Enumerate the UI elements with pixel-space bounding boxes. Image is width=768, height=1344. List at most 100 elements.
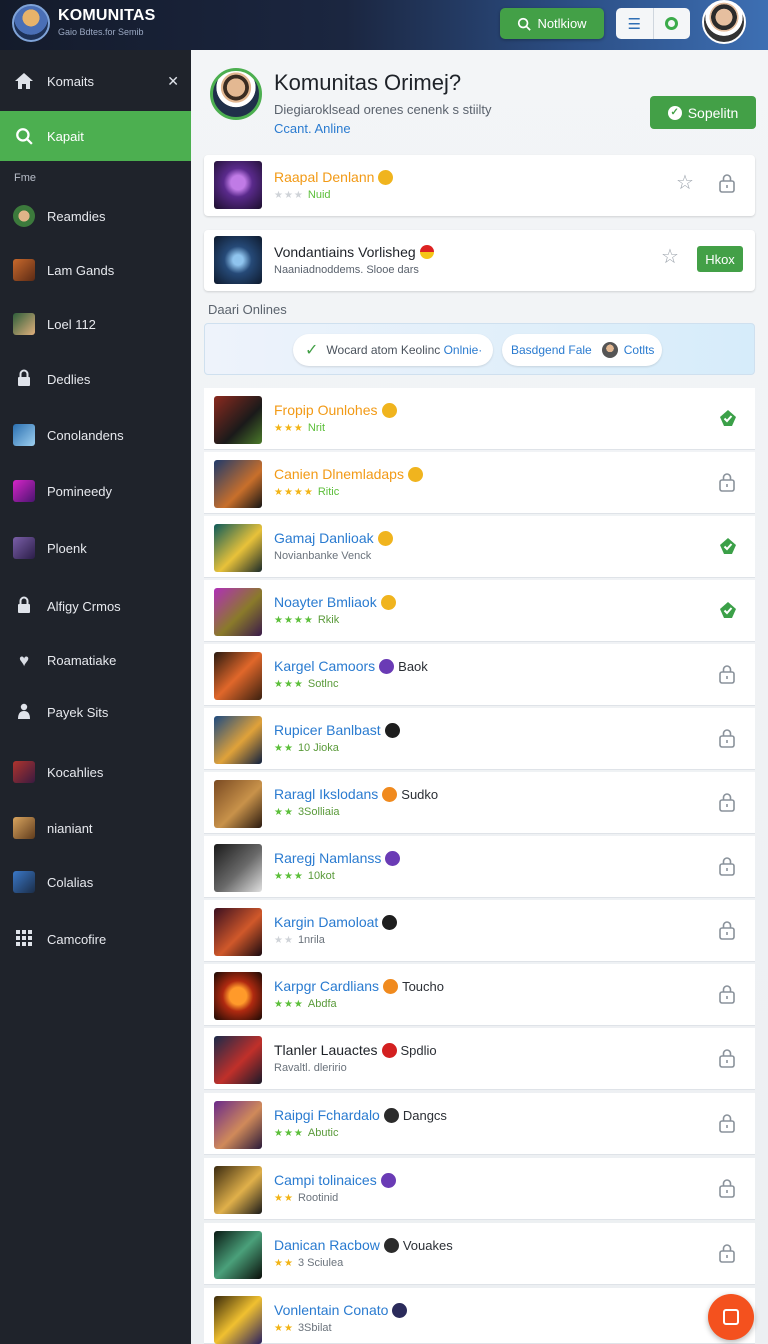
heart-icon: ♥ bbox=[18, 650, 30, 670]
app-title: KOMUNITAS bbox=[58, 7, 156, 24]
lock-icon[interactable] bbox=[718, 472, 738, 494]
game-row[interactable]: Kargin Damoloat ★★ 1nrila bbox=[204, 900, 755, 962]
lock-icon[interactable] bbox=[718, 173, 738, 195]
lock-icon[interactable] bbox=[718, 728, 738, 750]
game-subtitle: ★★ 10 Jioka bbox=[274, 742, 339, 754]
lock-icon[interactable] bbox=[718, 984, 738, 1006]
game-title: Danican Racbow Vouakes bbox=[274, 1237, 453, 1253]
app-subtitle: Gaio Bdtes.for Semib bbox=[58, 27, 144, 37]
game-subtitle: ★★ 1nrila bbox=[274, 934, 325, 946]
game-row[interactable]: Raipgi Fchardalo Dangcs ★★★ Abutic bbox=[204, 1093, 755, 1155]
user-avatar[interactable] bbox=[702, 0, 746, 44]
lock-icon[interactable] bbox=[718, 1113, 738, 1135]
app-logo[interactable] bbox=[12, 4, 50, 42]
view-toggle-group: ☰ bbox=[616, 8, 690, 39]
game-tag: Dangcs bbox=[402, 1108, 447, 1123]
section-label: Daari Onlines bbox=[208, 302, 287, 317]
sidebar-item-payek-sits[interactable]: Payek Sits bbox=[0, 687, 191, 737]
featured-card[interactable]: Raapal Denlann ★★★ Nuid ☆ bbox=[204, 155, 755, 216]
sidebar-item-conolandens[interactable]: Conolandens bbox=[0, 410, 191, 460]
lock-icon[interactable] bbox=[718, 1178, 738, 1200]
lock-icon[interactable] bbox=[718, 1048, 738, 1070]
sidebar-item-kapait[interactable]: Kapait bbox=[0, 111, 191, 161]
game-row[interactable]: Raregj Namlanss ★★★ 10kot bbox=[204, 836, 755, 898]
join-button[interactable]: ✓ Sopelitn bbox=[650, 96, 756, 129]
sidebar-item-ploenk[interactable]: Ploenk bbox=[0, 523, 191, 573]
game-subtitle-text: 10 Jioka bbox=[297, 742, 339, 754]
sidebar-item-dedlies[interactable]: Dedlies bbox=[0, 354, 191, 404]
game-thumbnail bbox=[214, 1296, 262, 1344]
game-subtitle: ★★ 3 Sciulea bbox=[274, 1257, 343, 1269]
game-row[interactable]: Vonlentain Conato ★★ 3Sbilat bbox=[204, 1288, 755, 1344]
claim-icon[interactable] bbox=[718, 408, 738, 430]
game-row[interactable]: Noayter Bmliaok ★★★★ Rkik bbox=[204, 580, 755, 642]
game-row[interactable]: Karpgr Cardlians Toucho ★★★ Abdfa bbox=[204, 964, 755, 1026]
sidebar-item-label: Roamatiake bbox=[47, 652, 117, 668]
lock-icon[interactable] bbox=[718, 1243, 738, 1265]
game-title: Fropip Ounlohes bbox=[274, 402, 397, 418]
game-row[interactable]: Campi tolinaices ★★ Rootinid bbox=[204, 1158, 755, 1220]
online-link[interactable]: Ccant. Anline bbox=[274, 121, 351, 136]
rating-stars: ★★ bbox=[274, 807, 294, 818]
notifications-button[interactable]: Notlkiow bbox=[500, 8, 604, 39]
game-title-text: Tlanler Lauactes bbox=[274, 1042, 378, 1058]
sidebar-item-nianiant[interactable]: nianiant bbox=[0, 803, 191, 853]
sidebar-item-colalias[interactable]: Colalias bbox=[0, 857, 191, 907]
game-thumbnail bbox=[214, 236, 262, 284]
featured-card[interactable]: Vondantiains Vorlisheg Naaniadnoddems. S… bbox=[204, 230, 755, 291]
favorite-star-icon[interactable]: ☆ bbox=[674, 172, 696, 194]
community-avatar bbox=[210, 68, 262, 120]
game-row[interactable]: Kargel Camoors Baok ★★★ Sotlnc bbox=[204, 644, 755, 706]
claim-icon[interactable] bbox=[718, 600, 738, 622]
game-row[interactable]: Rupicer Banlbast ★★ 10 Jioka bbox=[204, 708, 755, 770]
close-icon[interactable]: ✕ bbox=[167, 73, 179, 90]
game-row[interactable]: Tlanler Lauactes Spdlio Ravaltl. dleririo bbox=[204, 1028, 755, 1090]
game-title: Karpgr Cardlians Toucho bbox=[274, 978, 444, 994]
sidebar-item-reamdies[interactable]: Reamdies bbox=[0, 191, 191, 241]
game-row[interactable]: Canien Dlnemladaps ★★★★ Ritic bbox=[204, 452, 755, 514]
featured-action-button[interactable]: Hkox bbox=[697, 246, 743, 272]
game-subtitle: ★★★ Abutic bbox=[274, 1127, 338, 1139]
game-subtitle: ★★ Rootinid bbox=[274, 1192, 338, 1204]
chat-fab-button[interactable] bbox=[708, 1294, 754, 1340]
rating-stars: ★★★ bbox=[274, 679, 304, 690]
sidebar-item-camcofire[interactable]: Camcofire bbox=[0, 914, 191, 964]
game-title-text: Karpgr Cardlians bbox=[274, 978, 380, 994]
filter-pill-text: Wocard atom Keolinc bbox=[326, 343, 441, 357]
lock-icon[interactable] bbox=[718, 920, 738, 942]
sidebar-item-pomineedy[interactable]: Pomineedy bbox=[0, 466, 191, 516]
sidebar-item-label: Conolandens bbox=[47, 427, 124, 443]
filter-pill-online[interactable]: ✓ Wocard atom Keolinc Onlnie· bbox=[293, 334, 493, 366]
game-thumbnail bbox=[214, 1036, 262, 1084]
sidebar-item-roamatiake[interactable]: ♥ Roamatiake bbox=[0, 635, 191, 685]
sidebar-item-loel-112[interactable]: Loel 112 bbox=[0, 299, 191, 349]
main-content: Komunitas Orimej? Diegiaroklsead orenes … bbox=[191, 50, 768, 1344]
claim-icon[interactable] bbox=[718, 536, 738, 558]
game-subtitle-text: 3Sbilat bbox=[297, 1322, 332, 1334]
game-row[interactable]: Fropip Ounlohes ★★★ Nrit bbox=[204, 388, 755, 450]
game-title: Kargin Damoloat bbox=[274, 914, 398, 930]
rating-stars: ★★ bbox=[274, 1258, 294, 1269]
lock-icon[interactable] bbox=[718, 664, 738, 686]
sidebar-item-kocahlies[interactable]: Kocahlies bbox=[0, 747, 191, 797]
game-thumbnail bbox=[214, 588, 262, 636]
game-tag: Spdlio bbox=[400, 1043, 437, 1058]
sidebar-item-alfigy-crmos[interactable]: Alfigy Crmos bbox=[0, 581, 191, 631]
game-title-text: Rupicer Banlbast bbox=[274, 722, 381, 738]
game-thumbnail bbox=[214, 396, 262, 444]
filter-pill-fale[interactable]: Basdgend Fale Cotlts bbox=[502, 334, 662, 366]
sidebar-item-lam-gands[interactable]: Lam Gands bbox=[0, 245, 191, 295]
lock-icon[interactable] bbox=[718, 792, 738, 814]
rating-stars: ★★★ bbox=[274, 1128, 304, 1139]
favorite-star-icon[interactable]: ☆ bbox=[659, 246, 681, 268]
status-toggle-button[interactable] bbox=[654, 8, 691, 39]
sidebar-item-komaits[interactable]: Komaits ✕ bbox=[0, 56, 191, 106]
game-subtitle: ★★ 3Solliaia bbox=[274, 806, 340, 818]
game-row[interactable]: Danican Racbow Vouakes ★★ 3 Sciulea bbox=[204, 1223, 755, 1285]
game-row[interactable]: Gamaj Danlioak Novianbanke Venck bbox=[204, 516, 755, 578]
coin-icon bbox=[407, 467, 423, 482]
lock-icon[interactable] bbox=[718, 856, 738, 878]
menu-toggle-button[interactable]: ☰ bbox=[616, 8, 654, 39]
game-row[interactable]: Raragl Ikslodans Sudko ★★ 3Solliaia bbox=[204, 772, 755, 834]
rating-stars: ★★ bbox=[274, 743, 294, 754]
